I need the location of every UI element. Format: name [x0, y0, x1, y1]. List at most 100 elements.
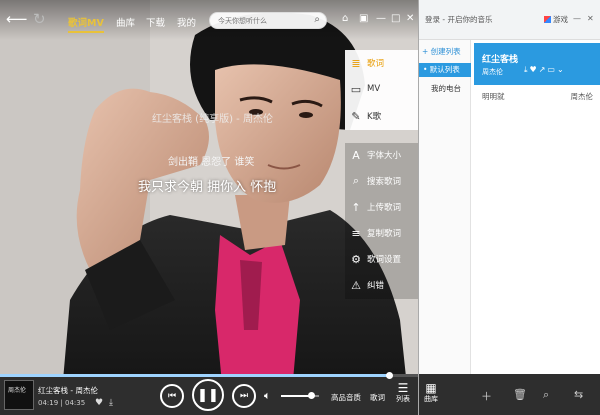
- selected-song-title: 红尘客栈: [482, 55, 519, 65]
- refresh-icon[interactable]: ↻: [33, 11, 46, 27]
- next-button[interactable]: ⏭: [232, 384, 256, 408]
- tab-download[interactable]: 下载: [146, 15, 165, 29]
- like-song-icon[interactable]: ♥: [530, 65, 539, 74]
- now-playing-title: 红尘客栈 - 周杰伦: [38, 386, 98, 395]
- search-input[interactable]: [218, 14, 308, 27]
- tool-lyrics-label: 歌词: [367, 59, 385, 69]
- tool-lyric-settings[interactable]: ⚙ 歌词设置: [345, 248, 418, 270]
- progress-handle[interactable]: [385, 372, 393, 379]
- upload-icon: ↑: [351, 200, 361, 214]
- progress-fill: [0, 374, 389, 377]
- menu-icon[interactable]: ▣: [359, 13, 368, 24]
- search-box: ⌕: [209, 12, 327, 29]
- download-icon[interactable]: ⤓: [109, 398, 113, 408]
- gear-icon: ⚙: [351, 252, 361, 266]
- elapsed-time: 04:19: [38, 399, 59, 407]
- lyric-tools-menu: A 字体大小 ⌕ 搜索歌词 ↑ 上传歌词 ≡ 复制歌词 ⚙ 歌词设置 ⚠ 纠错: [345, 143, 418, 299]
- tool-mv[interactable]: ▭ MV: [345, 78, 418, 100]
- playlist-icon: ☰: [397, 381, 409, 395]
- selected-song-row[interactable]: 红尘客栈 周杰伦 ⤓♥↗▭⌄: [474, 43, 600, 85]
- tool-report-error-label: 纠错: [367, 281, 385, 291]
- tab-mine[interactable]: 我的: [177, 15, 196, 29]
- playlist-toolbar: ▦ 曲库 ＋ 🗑︎ ⌕ ⇆: [419, 374, 600, 415]
- pause-icon: ❚❚: [197, 387, 219, 403]
- category-default-list[interactable]: • 默认列表: [419, 63, 471, 77]
- skin-icon[interactable]: ⌂: [342, 13, 348, 24]
- panel-minimize-icon[interactable]: —: [573, 14, 581, 23]
- top-bar: ⟵ ↻ 歌词MV 曲库 下载 我的 ⌕ ⌂ ▣ — □ ✕: [0, 0, 418, 40]
- lyric-current-line: 我只求今朝 拥你入 怀抱: [138, 180, 277, 195]
- grid-icon: ▦: [425, 381, 437, 395]
- tool-karaoke-label: K歌: [367, 112, 382, 122]
- library-label: 曲库: [424, 395, 438, 403]
- tab-library[interactable]: 曲库: [116, 15, 135, 29]
- lyrics-mv-pane: ⟵ ↻ 歌词MV 曲库 下载 我的 ⌕ ⌂ ▣ — □ ✕ 红尘客栈 (纯享版)…: [0, 0, 418, 415]
- progress-bar[interactable]: [0, 372, 418, 379]
- maximize-icon[interactable]: □: [391, 13, 400, 24]
- volume-handle[interactable]: [308, 392, 316, 399]
- tool-copy-lyrics[interactable]: ≡ 复制歌词: [345, 222, 418, 244]
- album-cover[interactable]: 周杰伦: [4, 380, 34, 410]
- tool-search-lyrics[interactable]: ⌕ 搜索歌词: [345, 170, 418, 192]
- tool-lyrics[interactable]: ≣ 歌词: [345, 52, 418, 74]
- game-icon: [544, 16, 551, 23]
- album-cover-text: 周杰伦: [8, 387, 27, 394]
- login-link[interactable]: 登录 - 开启你的音乐: [425, 14, 492, 25]
- previous-button[interactable]: ⏮: [160, 384, 184, 408]
- game-label: 游戏: [553, 15, 568, 24]
- previous-icon: ⏮: [167, 391, 177, 401]
- volume-icon[interactable]: 🔈︎: [264, 389, 271, 403]
- playlist-label: 列表: [396, 395, 410, 403]
- mini-mode-icon[interactable]: —: [376, 13, 386, 24]
- tool-upload-lyrics-label: 上传歌词: [367, 203, 402, 213]
- now-playing-time: 04:19 | 04:35: [38, 399, 85, 407]
- mv-song-icon[interactable]: ▭: [547, 65, 557, 74]
- copy-icon: ≡: [351, 226, 361, 240]
- volume-fill: [281, 395, 312, 397]
- category-my-radio[interactable]: 我的电台: [431, 83, 461, 94]
- playlist-panel: 登录 - 开启你的音乐 游戏 — ✕ + 创建列表 • 默认列表 我的电台 红尘…: [418, 0, 600, 415]
- tool-lyric-settings-label: 歌词设置: [367, 255, 402, 265]
- search-icon[interactable]: ⌕: [314, 14, 320, 25]
- selected-song-artist: 周杰伦: [482, 68, 503, 76]
- tool-font-size[interactable]: A 字体大小: [345, 144, 418, 166]
- view-mode-menu: ≣ 歌词 ▭ MV ✎ K歌: [345, 50, 418, 130]
- more-song-icon[interactable]: ⌄: [557, 65, 566, 74]
- lyric-toggle-button[interactable]: 歌词: [370, 392, 385, 403]
- song-actions: ⤓♥↗▭⌄: [524, 65, 566, 75]
- mv-icon: ▭: [350, 82, 362, 96]
- playlist-categories: + 创建列表 • 默认列表 我的电台: [419, 40, 471, 374]
- game-link[interactable]: 游戏: [544, 14, 568, 25]
- locate-icon[interactable]: ⇆: [574, 388, 583, 401]
- playlist-button[interactable]: ☰ 列表: [391, 382, 415, 404]
- song-artist: 周杰伦: [570, 92, 594, 101]
- trash-icon[interactable]: 🗑︎: [513, 388, 527, 401]
- lyrics-icon: ≣: [351, 56, 361, 70]
- search-list-icon[interactable]: ⌕: [543, 388, 549, 402]
- list-item[interactable]: 明明就 周杰伦: [474, 87, 600, 103]
- quality-button[interactable]: 高品音质: [331, 392, 361, 403]
- song-name: 明明就: [482, 92, 505, 101]
- tool-karaoke[interactable]: ✎ K歌: [345, 105, 418, 127]
- volume-slider[interactable]: [281, 392, 319, 399]
- tab-lyrics-mv[interactable]: 歌词MV: [68, 15, 104, 33]
- playlist-header: 登录 - 开启你的音乐 游戏 — ✕: [419, 0, 600, 40]
- pause-button[interactable]: ❚❚: [192, 379, 224, 411]
- next-icon: ⏭: [239, 391, 249, 401]
- tool-copy-lyrics-label: 复制歌词: [367, 229, 402, 239]
- search-lyrics-icon: ⌕: [352, 174, 360, 187]
- microphone-icon: ✎: [351, 109, 361, 123]
- tool-upload-lyrics[interactable]: ↑ 上传歌词: [345, 196, 418, 218]
- close-icon[interactable]: ✕: [406, 13, 414, 24]
- library-button[interactable]: ▦ 曲库: [424, 382, 438, 404]
- panel-close-icon[interactable]: ✕: [587, 14, 594, 23]
- tool-search-lyrics-label: 搜索歌词: [367, 177, 402, 187]
- add-icon[interactable]: ＋: [481, 388, 492, 404]
- back-arrow-icon[interactable]: ⟵: [6, 11, 28, 27]
- create-list-button[interactable]: + 创建列表: [422, 46, 461, 57]
- lyric-song-title: 红尘客栈 (纯享版) - 周杰伦: [152, 114, 273, 125]
- tool-report-error[interactable]: ⚠ 纠错: [345, 274, 418, 296]
- player-bar: 周杰伦 红尘客栈 - 周杰伦 04:19 | 04:35 ♥ ⤓ ⏮ ❚❚ ⏭ …: [0, 372, 418, 415]
- lyric-previous-line: 剑出鞘 恩怨了 谁笑: [168, 157, 255, 168]
- heart-icon[interactable]: ♥: [95, 398, 103, 408]
